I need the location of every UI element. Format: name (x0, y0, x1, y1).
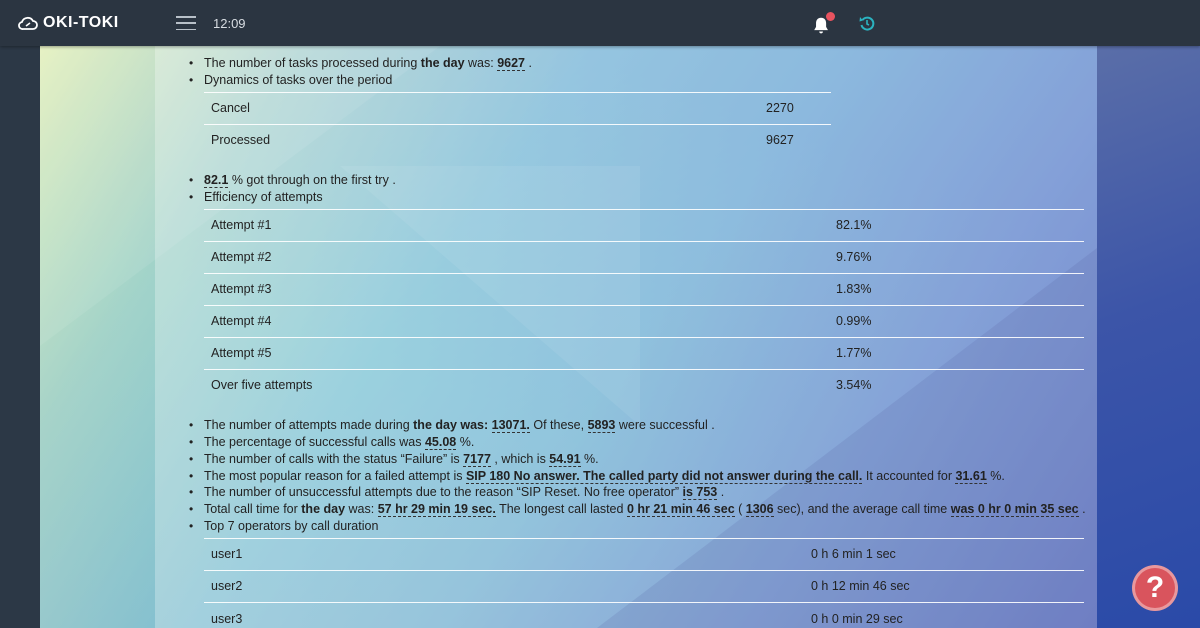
failure-line: The number of calls with the status “Fai… (189, 451, 1084, 468)
report-panel: The number of tasks processed during the… (155, 46, 1097, 628)
row-label: user2 (204, 569, 804, 603)
reason-value[interactable]: SIP 180 No answer. The called party did … (465, 468, 863, 484)
table-row: Attempt #3 1.83% (204, 272, 1084, 306)
row-label: Attempt #5 (204, 336, 829, 370)
left-sidebar (0, 46, 40, 628)
table-row: user2 0 h 12 min 46 sec (204, 569, 1084, 603)
table-row: Processed 9627 (204, 123, 831, 157)
efficiency-table: Attempt #1 82.1% Attempt #2 9.76% Attempt … (204, 208, 1084, 402)
row-label: Attempt #3 (204, 272, 829, 306)
row-value: 0 h 12 min 46 sec (804, 569, 1084, 603)
tasks-processed-value[interactable]: 9627 (497, 56, 526, 71)
failure-percent-value[interactable]: 54.91 (549, 451, 581, 467)
reason-line: The most popular reason for a failed att… (189, 468, 1084, 485)
table-row: Attempt #1 82.1% (204, 208, 1084, 242)
row-label: Processed (204, 123, 759, 157)
dynamics-table: Cancel 2270 Processed 9627 (204, 91, 831, 157)
row-label: Attempt #2 (204, 240, 829, 274)
table-row: Attempt #2 9.76% (204, 240, 1084, 274)
row-value: 0.99% (829, 304, 1084, 338)
operators-title: Top 7 operators by call duration (189, 518, 1084, 535)
reset-line: The number of unsuccessful attempts due … (189, 484, 1084, 501)
top-bar: OKI-TOKI 12:09 (0, 0, 1200, 46)
dynamics-title: Dynamics of tasks over the period (189, 72, 1084, 89)
bell-icon[interactable] (811, 12, 835, 36)
attempts-line: The number of attempts made during the d… (189, 417, 1084, 434)
average-call-value[interactable]: was 0 hr 0 min 35 sec (950, 502, 1079, 518)
efficiency-title: Efficiency of attempts (189, 189, 1084, 206)
logo[interactable]: OKI-TOKI (17, 14, 173, 32)
calltime-line: Total call time for the day was: 57 hr 2… (189, 501, 1086, 518)
attempts-value[interactable]: 13071. (491, 418, 530, 434)
longest-seconds-value[interactable]: 1306 (745, 502, 774, 518)
first-try-value[interactable]: 82.1 (204, 173, 229, 189)
first-try-line: 82.1 % got through on the first try . (189, 172, 1084, 189)
right-strip (1097, 46, 1200, 628)
refresh-icon[interactable] (858, 14, 876, 32)
tasks-processed-line: The number of tasks processed during the… (189, 55, 1084, 72)
row-label: Attempt #4 (204, 304, 829, 338)
row-label: Over five attempts (204, 368, 829, 402)
failure-value[interactable]: 7177 (463, 451, 491, 467)
row-label: Attempt #1 (204, 208, 829, 242)
table-row: Over five attempts 3.54% (204, 368, 1084, 402)
row-value: 9627 (759, 123, 831, 157)
successful-value[interactable]: 5893 (587, 418, 616, 434)
total-time-value[interactable]: 57 hr 29 min 19 sec. (377, 502, 496, 518)
row-value: 2270 (759, 91, 831, 125)
row-label: user1 (204, 537, 804, 571)
row-value: 1.83% (829, 272, 1084, 306)
clock: 12:09 (213, 15, 246, 31)
notification-dot (826, 12, 835, 21)
hamburger-icon[interactable] (175, 14, 197, 32)
logo-text: OKI-TOKI (43, 14, 119, 31)
row-value: 3.54% (829, 368, 1084, 402)
table-row: Attempt #4 0.99% (204, 304, 1084, 338)
row-value: 0 h 0 min 29 sec (804, 601, 1084, 628)
percent-line: The percentage of successful calls was 4… (189, 434, 1084, 451)
reason-percent-value[interactable]: 31.61 (955, 468, 987, 484)
cloud-logo-icon (18, 16, 38, 30)
row-value: 9.76% (829, 240, 1084, 274)
help-icon[interactable]: ? (1132, 565, 1178, 611)
percent-value[interactable]: 45.08 (424, 434, 457, 450)
row-label: user3 (204, 601, 804, 628)
table-row: user3 0 h 0 min 29 sec (204, 601, 1084, 628)
row-value: 0 h 6 min 1 sec (804, 537, 1084, 571)
report-content: The number of tasks processed during the… (189, 55, 1086, 628)
reset-value[interactable]: is 753 (682, 485, 718, 501)
row-value: 1.77% (829, 336, 1084, 370)
operators-table: user1 0 h 6 min 1 sec user2 0 h 12 min 46 … (204, 537, 1084, 628)
row-label: Cancel (204, 91, 759, 125)
longest-call-value[interactable]: 0 hr 21 min 46 sec (626, 502, 735, 518)
table-row: user1 0 h 6 min 1 sec (204, 537, 1084, 571)
table-row: Attempt #5 1.77% (204, 336, 1084, 370)
table-row: Cancel 2270 (204, 91, 831, 125)
row-value: 82.1% (829, 208, 1084, 242)
